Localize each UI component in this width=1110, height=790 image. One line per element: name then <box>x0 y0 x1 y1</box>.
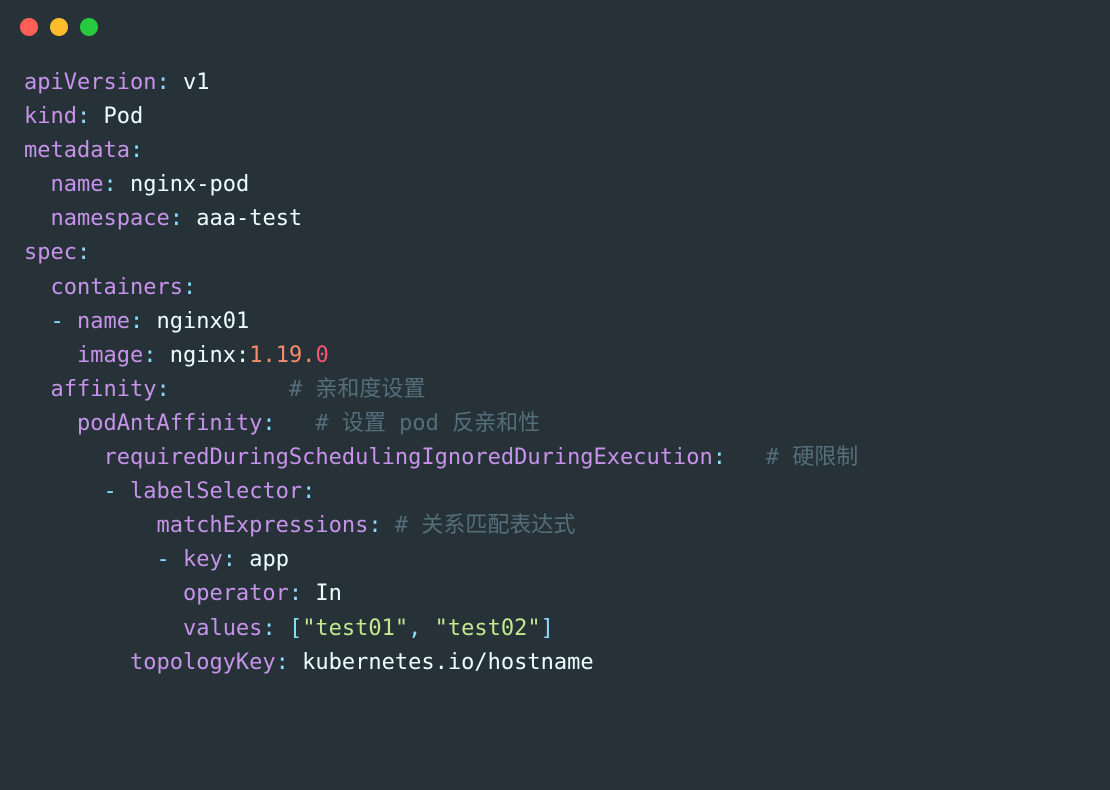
yaml-key: containers <box>51 275 183 300</box>
colon: : <box>302 479 315 504</box>
dash-icon: - <box>51 309 64 334</box>
colon: : <box>262 616 275 641</box>
yaml-value: Pod <box>103 104 143 129</box>
colon: : <box>170 206 183 231</box>
minimize-icon[interactable] <box>50 18 68 36</box>
yaml-number: 0 <box>315 343 328 368</box>
colon: : <box>77 240 90 265</box>
colon: : <box>130 138 143 163</box>
yaml-comment: # 亲和度设置 <box>289 377 426 402</box>
maximize-icon[interactable] <box>80 18 98 36</box>
yaml-key: image <box>77 343 143 368</box>
yaml-key: name <box>51 172 104 197</box>
bracket-icon: ] <box>541 616 554 641</box>
yaml-value: nginx01 <box>156 309 249 334</box>
terminal-window: apiVersion: v1 kind: Pod metadata: name:… <box>0 0 1110 790</box>
colon: : <box>130 309 143 334</box>
yaml-string: "test02" <box>435 616 541 641</box>
yaml-key: affinity <box>51 377 157 402</box>
yaml-key: values <box>183 616 262 641</box>
yaml-key: name <box>77 309 130 334</box>
yaml-key: operator <box>183 581 289 606</box>
yaml-comment: # 关系匹配表达式 <box>395 513 576 538</box>
yaml-value: v1 <box>183 70 210 95</box>
yaml-comment: # 硬限制 <box>766 445 859 470</box>
yaml-string: "test01" <box>302 616 408 641</box>
colon: : <box>156 70 169 95</box>
yaml-value: nginx-pod <box>130 172 249 197</box>
colon: : <box>156 377 169 402</box>
yaml-key: namespace <box>51 206 170 231</box>
yaml-number: 1.19. <box>249 343 315 368</box>
colon: : <box>223 547 236 572</box>
close-icon[interactable] <box>20 18 38 36</box>
colon: : <box>276 650 289 675</box>
yaml-key: kind <box>24 104 77 129</box>
yaml-value: app <box>249 547 289 572</box>
colon: : <box>183 275 196 300</box>
yaml-value: aaa-test <box>196 206 302 231</box>
yaml-key: labelSelector <box>130 479 302 504</box>
colon: : <box>143 343 156 368</box>
yaml-comment: # 设置 pod 反亲和性 <box>315 411 540 436</box>
dash-icon: - <box>103 479 116 504</box>
yaml-key: podAntAffinity <box>77 411 262 436</box>
code-editor[interactable]: apiVersion: v1 kind: Pod metadata: name:… <box>0 46 1110 700</box>
comma: , <box>408 616 421 641</box>
titlebar <box>0 0 1110 46</box>
colon: : <box>262 411 275 436</box>
colon: : <box>77 104 90 129</box>
yaml-key: topologyKey <box>130 650 276 675</box>
yaml-value: nginx: <box>170 343 249 368</box>
yaml-key: requiredDuringSchedulingIgnoredDuringExe… <box>103 445 712 470</box>
yaml-key: matchExpressions <box>156 513 368 538</box>
yaml-value: kubernetes.io/hostname <box>302 650 593 675</box>
yaml-key: metadata <box>24 138 130 163</box>
yaml-key: spec <box>24 240 77 265</box>
bracket-icon: [ <box>289 616 302 641</box>
colon: : <box>368 513 381 538</box>
colon: : <box>103 172 116 197</box>
colon: : <box>713 445 726 470</box>
dash-icon: - <box>156 547 169 572</box>
colon: : <box>289 581 302 606</box>
yaml-value: In <box>315 581 342 606</box>
yaml-key: key <box>183 547 223 572</box>
yaml-key: apiVersion <box>24 70 156 95</box>
